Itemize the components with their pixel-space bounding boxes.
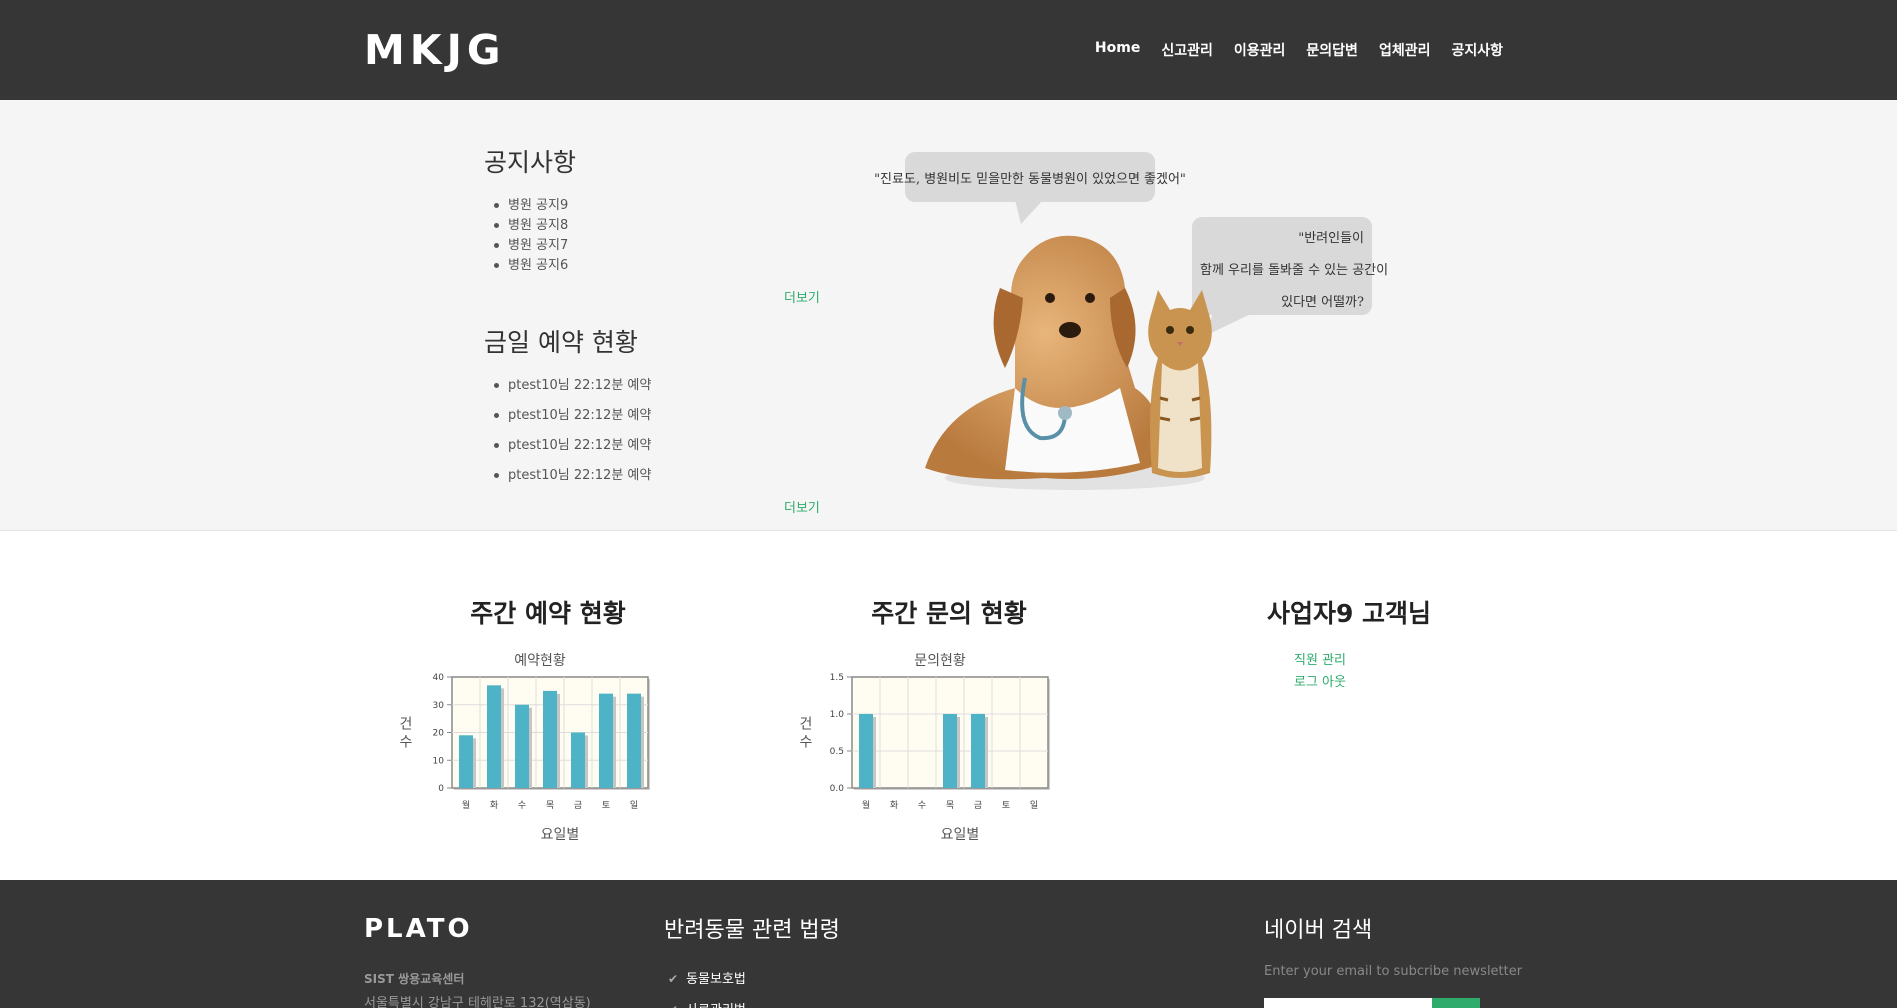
x-tick-label: 수 — [918, 800, 926, 811]
logout-link[interactable]: 로그 아웃 — [1294, 672, 1346, 694]
nav-home[interactable]: Home — [1095, 40, 1140, 60]
x-tick-label: 월 — [462, 799, 470, 811]
x-tick-label: 토 — [602, 801, 610, 811]
weekly-inquiry-title: 주간 문의 현황 — [871, 599, 1027, 628]
y-axis-label: 건 — [800, 717, 813, 733]
y-tick-label: 0.5 — [830, 747, 844, 757]
main-nav: Home 신고관리 이용관리 문의답변 업체관리 공지사항 — [1095, 40, 1503, 60]
notice-item[interactable]: 병원 공지8 — [492, 216, 568, 236]
x-tick-label: 일 — [630, 800, 638, 811]
check-icon: ✔ — [668, 972, 679, 986]
reservation-item[interactable]: ptest10님 22:12분 예약 — [492, 461, 651, 491]
bar — [543, 690, 557, 788]
x-tick-label: 화 — [490, 800, 498, 811]
cat-icon — [1148, 290, 1212, 478]
x-tick-label: 월 — [862, 799, 870, 811]
notice-title: 공지사항 — [484, 148, 577, 177]
speech-bubble-dog: "진료도, 병원비도 믿을만한 동물병원이 있었으면 좋겠어" — [874, 152, 1186, 202]
x-tick-label: 목 — [546, 800, 554, 811]
x-tick-label: 토 — [1002, 801, 1010, 811]
x-tick-label: 금 — [574, 800, 582, 811]
footer-address: 서울특별시 강남구 테헤란로 132(역삼동) — [364, 996, 591, 1008]
law-item-label: 동물보호법 — [686, 972, 746, 987]
x-axis-label: 요일별 — [541, 827, 580, 843]
y-tick-label: 0.0 — [830, 784, 845, 794]
y-tick-label: 0 — [438, 784, 444, 794]
pet-illustration: "진료도, 병원비도 믿을만한 동물병원이 있었으면 좋겠어" "반려인들이 함… — [874, 148, 1389, 490]
reservation-item[interactable]: ptest10님 22:12분 예약 — [492, 401, 651, 431]
nav-notices[interactable]: 공지사항 — [1451, 40, 1503, 60]
footer-org: SIST 쌍용교육센터 — [364, 972, 465, 986]
y-tick-label: 30 — [433, 701, 445, 711]
y-axis-label: 건 — [400, 717, 413, 733]
notice-more-link[interactable]: 더보기 — [784, 287, 820, 306]
reservation-more-link[interactable]: 더보기 — [784, 497, 820, 516]
y-axis-label: 수 — [800, 735, 813, 751]
staff-management-link[interactable]: 직원 관리 — [1294, 650, 1346, 672]
account-title: 사업자9 고객님 — [1266, 599, 1432, 628]
law-title: 반려동물 관련 법령 — [664, 918, 840, 943]
reservation-list: ptest10님 22:12분 예약 ptest10님 22:12분 예약 pt… — [492, 371, 651, 491]
chart-title: 예약현황 — [514, 653, 566, 669]
nav-company-management[interactable]: 업체관리 — [1379, 40, 1431, 60]
search-button[interactable]: 검색 — [1432, 998, 1480, 1008]
account-links: 직원 관리 로그 아웃 — [1294, 650, 1346, 694]
y-tick-label: 1.0 — [830, 710, 845, 720]
bar — [459, 735, 473, 788]
x-axis-label: 요일별 — [941, 827, 980, 843]
bar — [627, 693, 641, 788]
x-tick-label: 화 — [890, 800, 898, 811]
bar — [599, 693, 613, 788]
newsletter-hint: Enter your email to subcribe newsletter — [1264, 964, 1523, 979]
search-input[interactable] — [1264, 998, 1432, 1008]
site-header: MKJG Home 신고관리 이용관리 문의답변 업체관리 공지사항 — [0, 0, 1897, 100]
weekly-inquiry-chart: 문의현황0.00.51.01.5월 화 수 목 금 토 일요일별건수 — [800, 653, 1050, 843]
notice-item[interactable]: 병원 공지9 — [492, 196, 568, 216]
nav-inquiry-answer[interactable]: 문의답변 — [1306, 40, 1358, 60]
chart-title: 문의현황 — [914, 653, 966, 669]
site-logo[interactable]: MKJG — [364, 26, 505, 74]
bar — [971, 714, 985, 788]
bubble-line: 함께 우리를 돌봐줄 수 있는 공간이 — [1200, 263, 1389, 278]
reservation-item[interactable]: ptest10님 22:12분 예약 — [492, 371, 651, 401]
check-icon: ✔ — [668, 995, 678, 1008]
law-list: ✔ 동물보호법 ✔ 사료관리법 — [668, 964, 746, 1008]
y-tick-label: 1.5 — [830, 673, 844, 683]
weekly-reservation-chart: 예약현황010203040월 화 수 목 금 토 일요일별건수 — [400, 653, 650, 843]
y-tick-label: 10 — [433, 756, 445, 766]
law-item[interactable]: ✔ 동물보호법 — [668, 964, 746, 995]
bar — [859, 714, 873, 788]
weekly-reservation-title: 주간 예약 현황 — [470, 599, 626, 628]
bar — [571, 732, 585, 788]
reservation-item[interactable]: ptest10님 22:12분 예약 — [492, 431, 651, 461]
x-tick-label: 수 — [518, 800, 526, 811]
y-tick-label: 40 — [433, 673, 445, 683]
bar — [943, 714, 957, 788]
x-tick-label: 목 — [946, 800, 954, 811]
notice-list: 병원 공지9 병원 공지8 병원 공지7 병원 공지6 — [492, 196, 568, 276]
bar — [487, 685, 501, 788]
law-item-label: 사료관리법 — [686, 995, 746, 1008]
notice-item[interactable]: 병원 공지7 — [492, 236, 568, 256]
bubble-line: "반려인들이 — [1298, 231, 1364, 246]
reservation-title: 금일 예약 현황 — [484, 328, 638, 357]
y-tick-label: 20 — [433, 729, 445, 739]
search-title: 네이버 검색 — [1264, 918, 1373, 943]
x-tick-label: 일 — [1030, 800, 1038, 811]
site-footer: PLATO SIST 쌍용교육센터 서울특별시 강남구 테헤란로 132(역삼동… — [0, 880, 1897, 1008]
x-tick-label: 금 — [974, 800, 982, 811]
law-item[interactable]: ✔ 사료관리법 — [668, 995, 746, 1008]
notice-item[interactable]: 병원 공지6 — [492, 256, 568, 276]
nav-usage-management[interactable]: 이용관리 — [1234, 40, 1286, 60]
bar — [515, 704, 529, 788]
y-axis-label: 수 — [400, 735, 413, 751]
nav-report-management[interactable]: 신고관리 — [1161, 40, 1213, 60]
footer-logo: PLATO — [364, 914, 473, 944]
